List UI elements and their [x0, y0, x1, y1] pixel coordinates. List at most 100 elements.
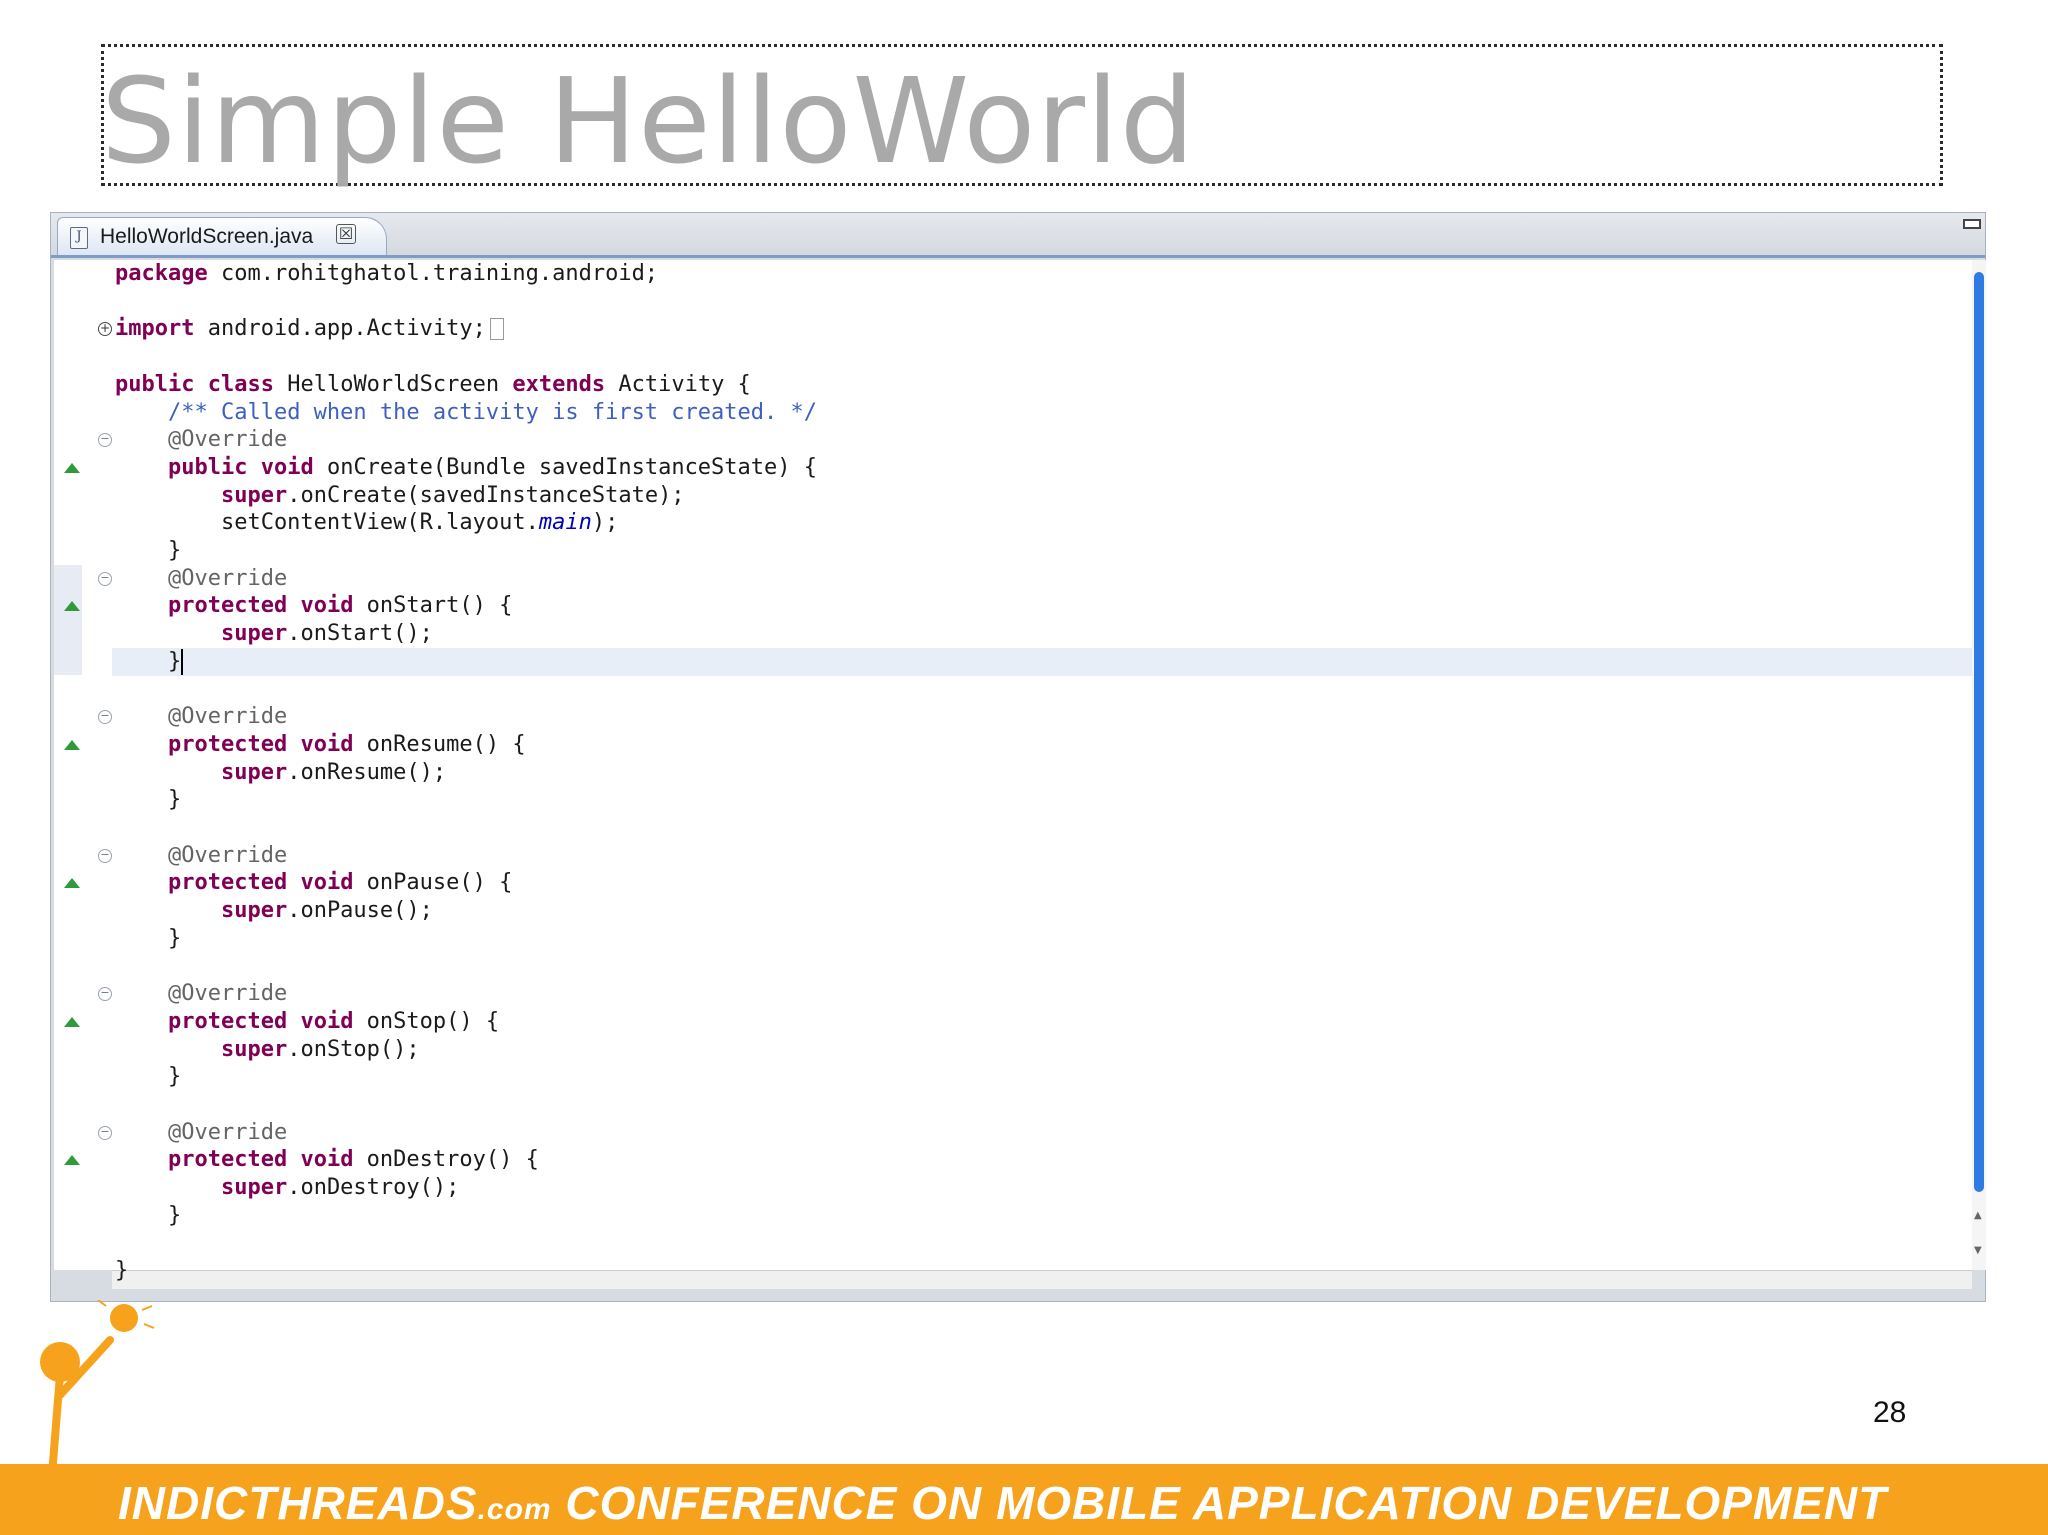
code-line[interactable]: }	[115, 1064, 181, 1090]
code-token: super	[220, 1175, 288, 1201]
mascot-head	[40, 1342, 80, 1382]
code-token: void	[260, 454, 314, 480]
code-line[interactable]: }	[115, 1258, 128, 1284]
collapse-fold-icon[interactable]: −	[98, 1125, 112, 1140]
code-line[interactable]: public void onCreate(Bundle savedInstanc…	[115, 455, 817, 481]
code-line[interactable]: super.onCreate(savedInstanceState);	[115, 483, 685, 509]
code-token: protected	[167, 731, 288, 757]
override-marker-icon	[64, 1016, 80, 1027]
code-line[interactable]: @Override	[115, 843, 287, 869]
code-token: @Override	[167, 565, 288, 591]
code-token: .onStart();	[287, 621, 433, 647]
scroll-up-arrow-icon[interactable]: ▲	[1974, 1210, 1982, 1221]
code-token: @Override	[167, 981, 288, 1007]
code-line[interactable]: @Override	[115, 427, 287, 453]
code-token: com.rohitghatol.training.android;	[207, 261, 659, 286]
code-line[interactable]: /** Called when the activity is first cr…	[115, 400, 817, 426]
code-line[interactable]: }	[115, 1203, 181, 1229]
footer-banner-text: INDICTHREADS.com CONFERENCE ON MOBILE AP…	[118, 1476, 1887, 1530]
folded-imports-icon[interactable]	[489, 318, 504, 341]
code-token: }	[115, 1064, 182, 1090]
code-token: super	[220, 759, 288, 785]
code-token: package	[115, 261, 208, 286]
override-marker-icon	[64, 1155, 80, 1166]
override-marker-icon	[64, 739, 80, 750]
code-token: }	[115, 538, 182, 563]
code-line[interactable]: @Override	[115, 704, 287, 730]
mascot-body	[48, 1371, 64, 1479]
code-line[interactable]: super.onResume();	[115, 760, 446, 786]
code-line[interactable]: @Override	[115, 1120, 287, 1146]
code-line[interactable]: protected void onStart() {	[115, 593, 512, 619]
code-line[interactable]: super.onPause();	[115, 898, 433, 924]
code-line[interactable]: }	[115, 538, 181, 564]
code-token: }	[115, 648, 182, 674]
expand-fold-icon[interactable]: +	[98, 322, 112, 337]
code-line[interactable]: super.onStart();	[115, 621, 433, 647]
scrollbar-thumb[interactable]	[1974, 272, 1984, 1192]
collapse-fold-icon[interactable]: −	[98, 848, 112, 863]
code-token: main	[538, 510, 592, 536]
code-line[interactable]: protected void onPause() {	[115, 870, 512, 896]
text-cursor	[181, 648, 184, 675]
footer-brand-suffix: .com	[477, 1493, 552, 1526]
code-token: onDestroy() {	[353, 1147, 539, 1173]
mascot-leg-right	[48, 1471, 94, 1535]
collapse-fold-icon[interactable]: −	[98, 571, 112, 586]
indicthreads-mascot-logo	[31, 1300, 155, 1535]
code-line[interactable]: import android.app.Activity;	[115, 316, 504, 342]
code-token: HelloWorldScreen	[273, 371, 513, 397]
override-marker-icon	[64, 878, 80, 889]
code-line[interactable]: @Override	[115, 981, 287, 1007]
code-token: @Override	[167, 427, 288, 453]
scroll-down-arrow-icon[interactable]: ▼	[1974, 1245, 1982, 1256]
horizontal-scrollbar[interactable]	[112, 1270, 1972, 1289]
override-marker-icon	[64, 601, 80, 612]
code-token: .onStop();	[287, 1036, 420, 1062]
code-token: @Override	[167, 704, 288, 730]
code-line[interactable]: @Override	[115, 566, 287, 592]
code-line[interactable]: super.onStop();	[115, 1037, 420, 1063]
code-line[interactable]: package com.rohitghatol.training.android…	[115, 261, 658, 287]
code-line[interactable]: setContentView(R.layout.main);	[115, 510, 618, 536]
code-token: @Override	[167, 842, 288, 868]
code-line[interactable]: }	[115, 787, 181, 813]
code-token: super	[220, 1036, 288, 1062]
editor-tab-hello-world-screen[interactable]: J HelloWorldScreen.java ☒	[57, 217, 387, 255]
close-tab-icon[interactable]: ☒	[336, 224, 356, 244]
code-line[interactable]: public class HelloWorldScreen extends Ac…	[115, 372, 751, 398]
code-line[interactable]: protected void onDestroy() {	[115, 1147, 539, 1173]
code-line[interactable]: protected void onStop() {	[115, 1009, 499, 1035]
code-line[interactable]: }	[115, 926, 181, 952]
override-marker-icon	[64, 462, 80, 473]
code-token: protected	[167, 1008, 288, 1034]
code-token: onCreate(Bundle savedInstanceState) {	[313, 454, 818, 480]
code-line[interactable]: protected void onResume() {	[115, 732, 526, 758]
code-token: onStart() {	[353, 593, 513, 619]
vertical-scrollbar[interactable]: ▲ ▼	[1972, 260, 1986, 1270]
code-line[interactable]: super.onDestroy();	[115, 1175, 459, 1201]
code-line[interactable]: }	[115, 648, 184, 675]
minimize-icon[interactable]	[1963, 219, 1981, 229]
code-token: onResume() {	[353, 731, 526, 757]
editor-tab-bar: J HelloWorldScreen.java ☒	[51, 213, 1985, 258]
code-token: }	[115, 1202, 182, 1228]
code-token: void	[300, 870, 354, 896]
